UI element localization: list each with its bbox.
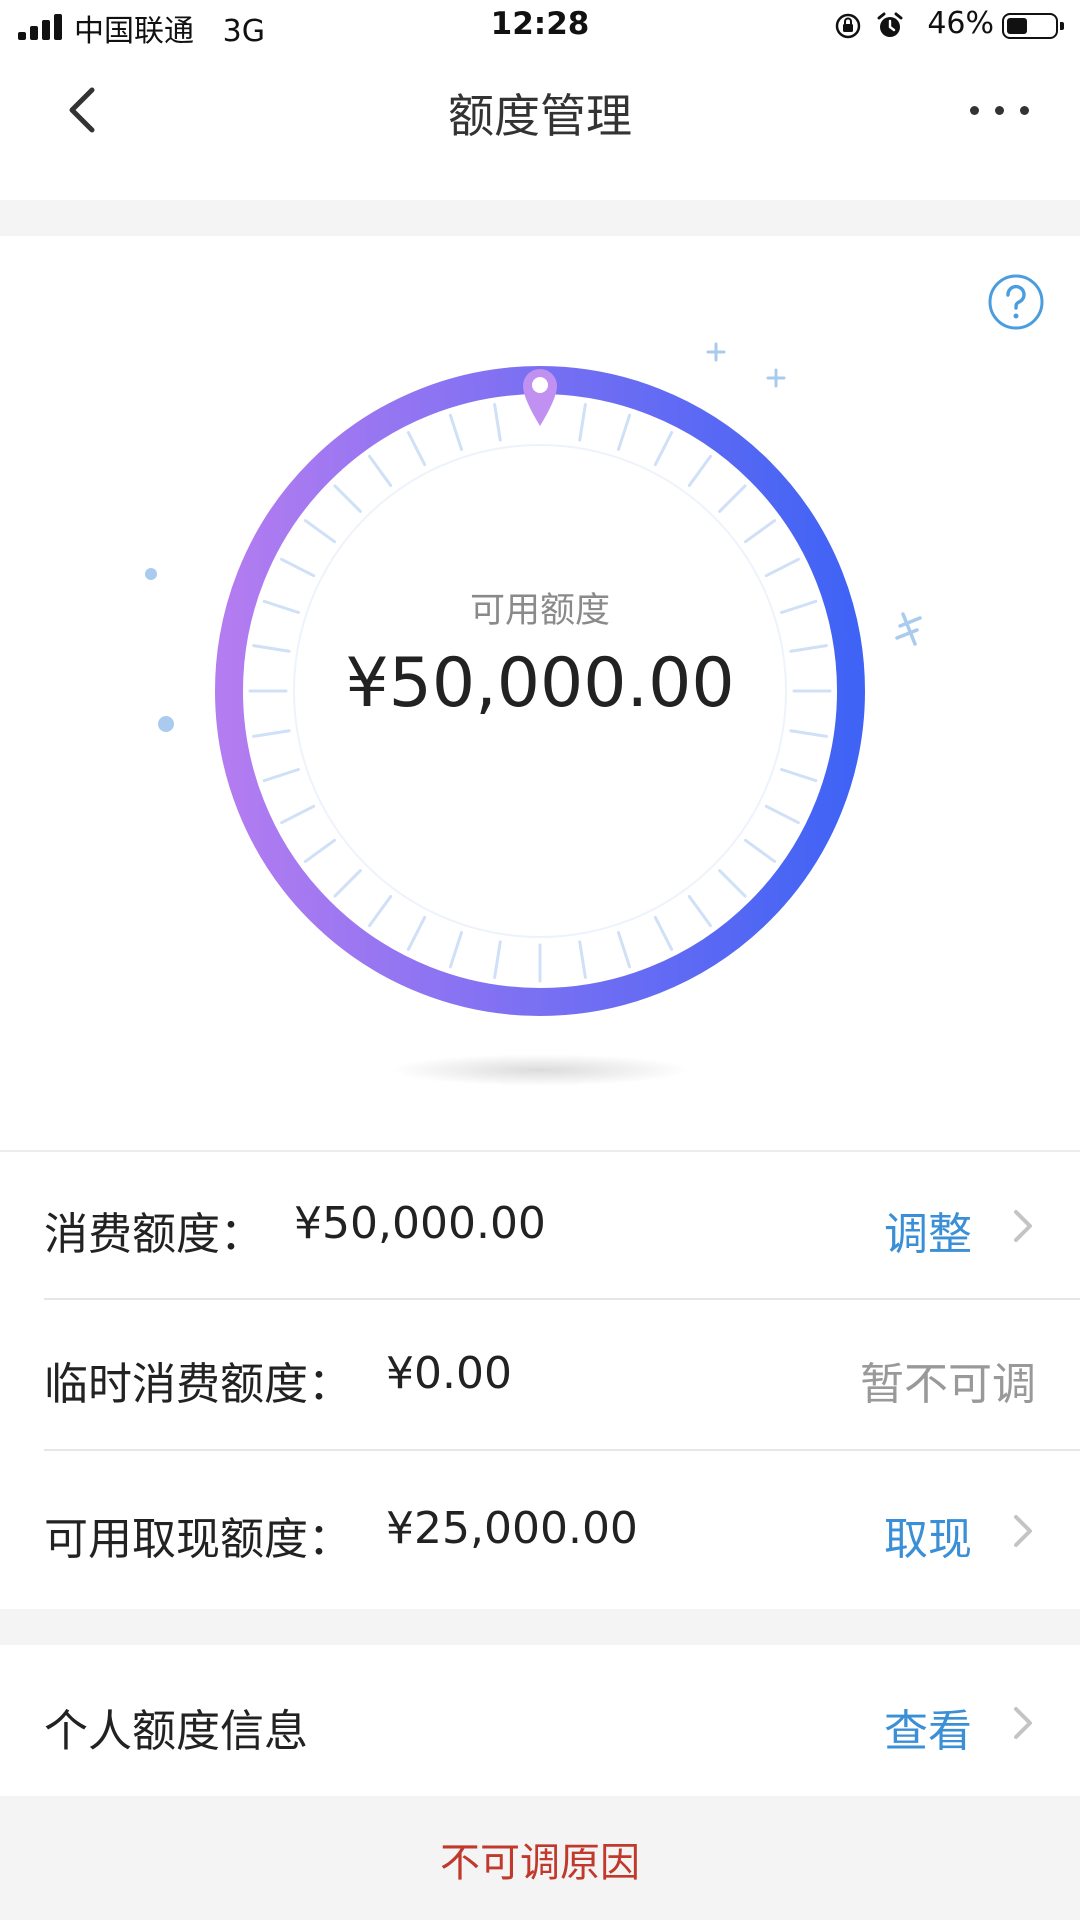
section-separator [0, 1609, 1080, 1645]
dial-tick [743, 838, 777, 863]
temporary-limit-row: 临时消费额度： ¥0.00 暂不可调 [0, 1300, 1080, 1450]
consumption-limit-label: 消费额度： [44, 1209, 264, 1260]
dial-marker [523, 369, 557, 426]
unadjustable-reason-link[interactable]: 不可调原因 [0, 1830, 1080, 1888]
dial-tick [333, 869, 362, 898]
view-link[interactable]: 查看 [884, 1695, 972, 1759]
dial-tick [653, 431, 674, 467]
dial-tick [578, 403, 587, 442]
withdraw-link[interactable]: 取现 [884, 1503, 972, 1567]
cash-withdrawal-limit-row[interactable]: 可用取现额度： ¥25,000.00 取现 [0, 1451, 1080, 1609]
dial-tick [780, 767, 818, 783]
personal-limit-info-row[interactable]: 个人额度信息 查看 [0, 1645, 1080, 1796]
dial-tick [653, 915, 674, 951]
dial-tick [493, 403, 502, 442]
chevron-right-icon [1014, 1707, 1032, 1739]
dial-tick [280, 557, 316, 578]
status-bar: 中国联通 3G 12:28 46% [0, 0, 1080, 56]
dial-tick [764, 557, 800, 578]
dial-tick [718, 869, 747, 898]
dial-tick [578, 940, 587, 979]
status-time: 12:28 [490, 6, 590, 42]
dial-tick [368, 454, 393, 488]
dial-tick [616, 413, 632, 451]
dial-tick [303, 519, 337, 544]
cash-withdrawal-limit-value: ¥25,000.00 [386, 1503, 638, 1554]
battery-percentage: 46% [927, 6, 994, 41]
available-limit-amount: ¥50,000.00 [345, 644, 735, 723]
battery-fill [1007, 18, 1028, 34]
personal-limit-info-label: 个人额度信息 [44, 1706, 308, 1757]
dial-shadow [390, 1054, 690, 1086]
orientation-lock-icon [835, 13, 861, 39]
dial-tick [406, 431, 427, 467]
dial-tick [718, 484, 747, 513]
dial-tick [616, 931, 632, 969]
dial-tick [280, 804, 316, 825]
temporary-limit-label: 临时消费额度： [44, 1359, 352, 1410]
dial-tick [333, 484, 362, 513]
dial-tick [764, 804, 800, 825]
temporary-limit-value: ¥0.00 [386, 1348, 512, 1399]
available-limit-label: 可用额度 [469, 591, 610, 631]
dial-tick [303, 838, 337, 863]
dial-tick [687, 894, 712, 928]
dial-tick [687, 454, 712, 488]
consumption-limit-row[interactable]: 消费额度： ¥50,000.00 调整 [0, 1152, 1080, 1300]
navigation-bar: 额度管理 [0, 56, 1080, 200]
chevron-right-icon [1014, 1210, 1032, 1242]
not-adjustable-status: 暂不可调 [860, 1359, 1036, 1410]
dial-tick [368, 894, 393, 928]
adjust-link[interactable]: 调整 [884, 1198, 972, 1262]
more-dots-icon[interactable] [964, 86, 1036, 134]
available-limit-card: 可用额度 ¥50,000.00 [0, 236, 1080, 1150]
dial-tick [448, 931, 464, 969]
dial-tick [493, 940, 502, 979]
consumption-limit-value: ¥50,000.00 [294, 1198, 546, 1249]
dial-tick [252, 729, 291, 738]
dial-tick [743, 519, 777, 544]
dial-tick [262, 767, 300, 783]
section-separator [0, 200, 1080, 236]
dial-tick [448, 413, 464, 451]
footer-bar: 不可调原因 [0, 1796, 1080, 1920]
chevron-right-icon [1014, 1515, 1032, 1547]
alarm-icon [877, 12, 903, 37]
page-title: 额度管理 [448, 89, 632, 143]
cash-withdrawal-limit-label: 可用取现额度： [44, 1514, 352, 1565]
dial-tick [406, 915, 427, 951]
dial-tick [789, 729, 828, 738]
battery-icon [1002, 13, 1064, 39]
